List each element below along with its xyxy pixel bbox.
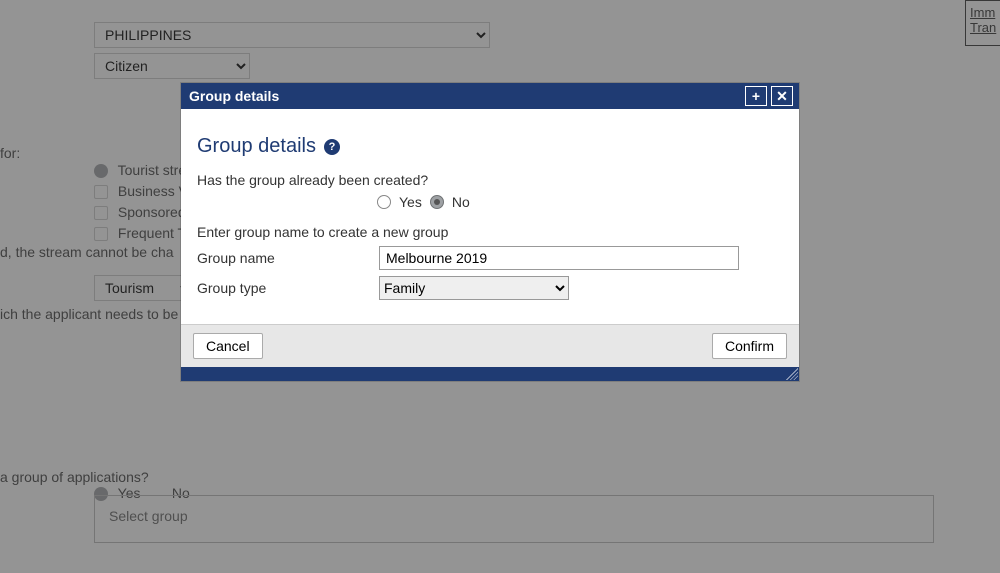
- group-name-label: Group name: [197, 250, 379, 266]
- modal-heading-text: Group details: [197, 135, 316, 158]
- modal-title: Group details: [189, 88, 741, 104]
- group-type-select[interactable]: Family: [379, 276, 569, 300]
- created-yes-label: Yes: [399, 194, 422, 210]
- expand-button[interactable]: +: [745, 86, 767, 106]
- modal-heading: Group details ?: [197, 135, 783, 158]
- created-yes-radio[interactable]: [377, 195, 391, 209]
- plus-icon: +: [752, 88, 760, 104]
- created-radio-group: Yes No: [377, 194, 783, 210]
- modal-body: Group details ? Has the group already be…: [181, 109, 799, 324]
- group-name-input[interactable]: [379, 246, 739, 270]
- modal-titlebar: Group details + ✕: [181, 83, 799, 109]
- help-icon[interactable]: ?: [324, 139, 340, 155]
- resize-handle-icon[interactable]: [786, 368, 798, 380]
- cancel-button[interactable]: Cancel: [193, 333, 263, 359]
- create-instruction: Enter group name to create a new group: [197, 224, 783, 240]
- created-question: Has the group already been created?: [197, 172, 783, 188]
- group-type-label: Group type: [197, 280, 379, 296]
- close-icon: ✕: [776, 88, 788, 105]
- created-no-label: No: [452, 194, 470, 210]
- confirm-button[interactable]: Confirm: [712, 333, 787, 359]
- close-button[interactable]: ✕: [771, 86, 793, 106]
- group-name-row: Group name: [197, 246, 783, 270]
- modal-resize-bar: [181, 367, 799, 381]
- modal-footer: Cancel Confirm: [181, 324, 799, 367]
- created-no-radio[interactable]: [430, 195, 444, 209]
- group-details-modal: Group details + ✕ Group details ? Has th…: [181, 83, 799, 381]
- group-type-row: Group type Family: [197, 276, 783, 300]
